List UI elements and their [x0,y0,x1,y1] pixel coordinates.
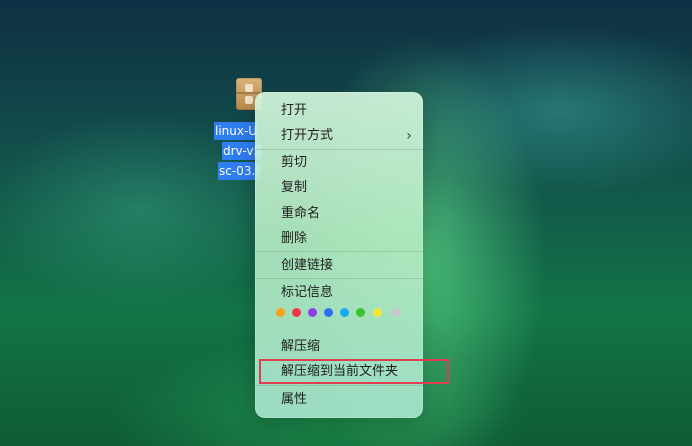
menu-divider [255,149,423,150]
tag-color-dot[interactable] [292,308,301,317]
menu-item-delete-label: 删除 [281,231,308,246]
menu-item-delete[interactable]: 删除 [255,227,423,251]
menu-item-extract[interactable]: 解压缩 [255,335,423,359]
menu-item-properties[interactable]: 属性 [255,388,423,412]
menu-item-cut[interactable]: 剪切 [255,151,423,175]
chevron-right-icon: › [406,128,412,144]
tag-color-dot[interactable] [340,308,349,317]
menu-divider [255,385,423,386]
menu-tag-info-label: 标记信息 [281,285,334,300]
highlight-box [259,359,449,384]
tag-color-dot[interactable] [391,308,400,317]
tag-color-dot[interactable] [373,308,382,317]
selected-file-name: linux-U drv-v5 sc-03.t [214,120,263,180]
menu-item-rename[interactable]: 重命名 [255,202,423,226]
menu-item-cut-label: 剪切 [281,155,308,170]
menu-item-extract-label: 解压缩 [281,339,321,354]
tag-color-dot[interactable] [356,308,365,317]
menu-item-properties-label: 属性 [281,392,308,407]
menu-item-open-label: 打开 [281,103,308,118]
tag-color-dot[interactable] [276,308,285,317]
menu-item-open[interactable]: 打开 [255,99,423,123]
menu-item-copy[interactable]: 复制 [255,176,423,200]
menu-item-copy-label: 复制 [281,180,308,195]
menu-item-open-with[interactable]: 打开方式 › [255,124,423,148]
tag-color-dot[interactable] [324,308,333,317]
file-name-line-1: linux-U [214,122,259,140]
menu-item-rename-label: 重命名 [281,206,321,221]
menu-item-create-link-label: 创建链接 [281,258,334,273]
menu-divider [255,251,423,252]
menu-item-open-with-label: 打开方式 [281,128,334,143]
menu-divider [255,278,423,279]
tag-color-dot[interactable] [308,308,317,317]
menu-item-create-link[interactable]: 创建链接 [255,254,423,278]
